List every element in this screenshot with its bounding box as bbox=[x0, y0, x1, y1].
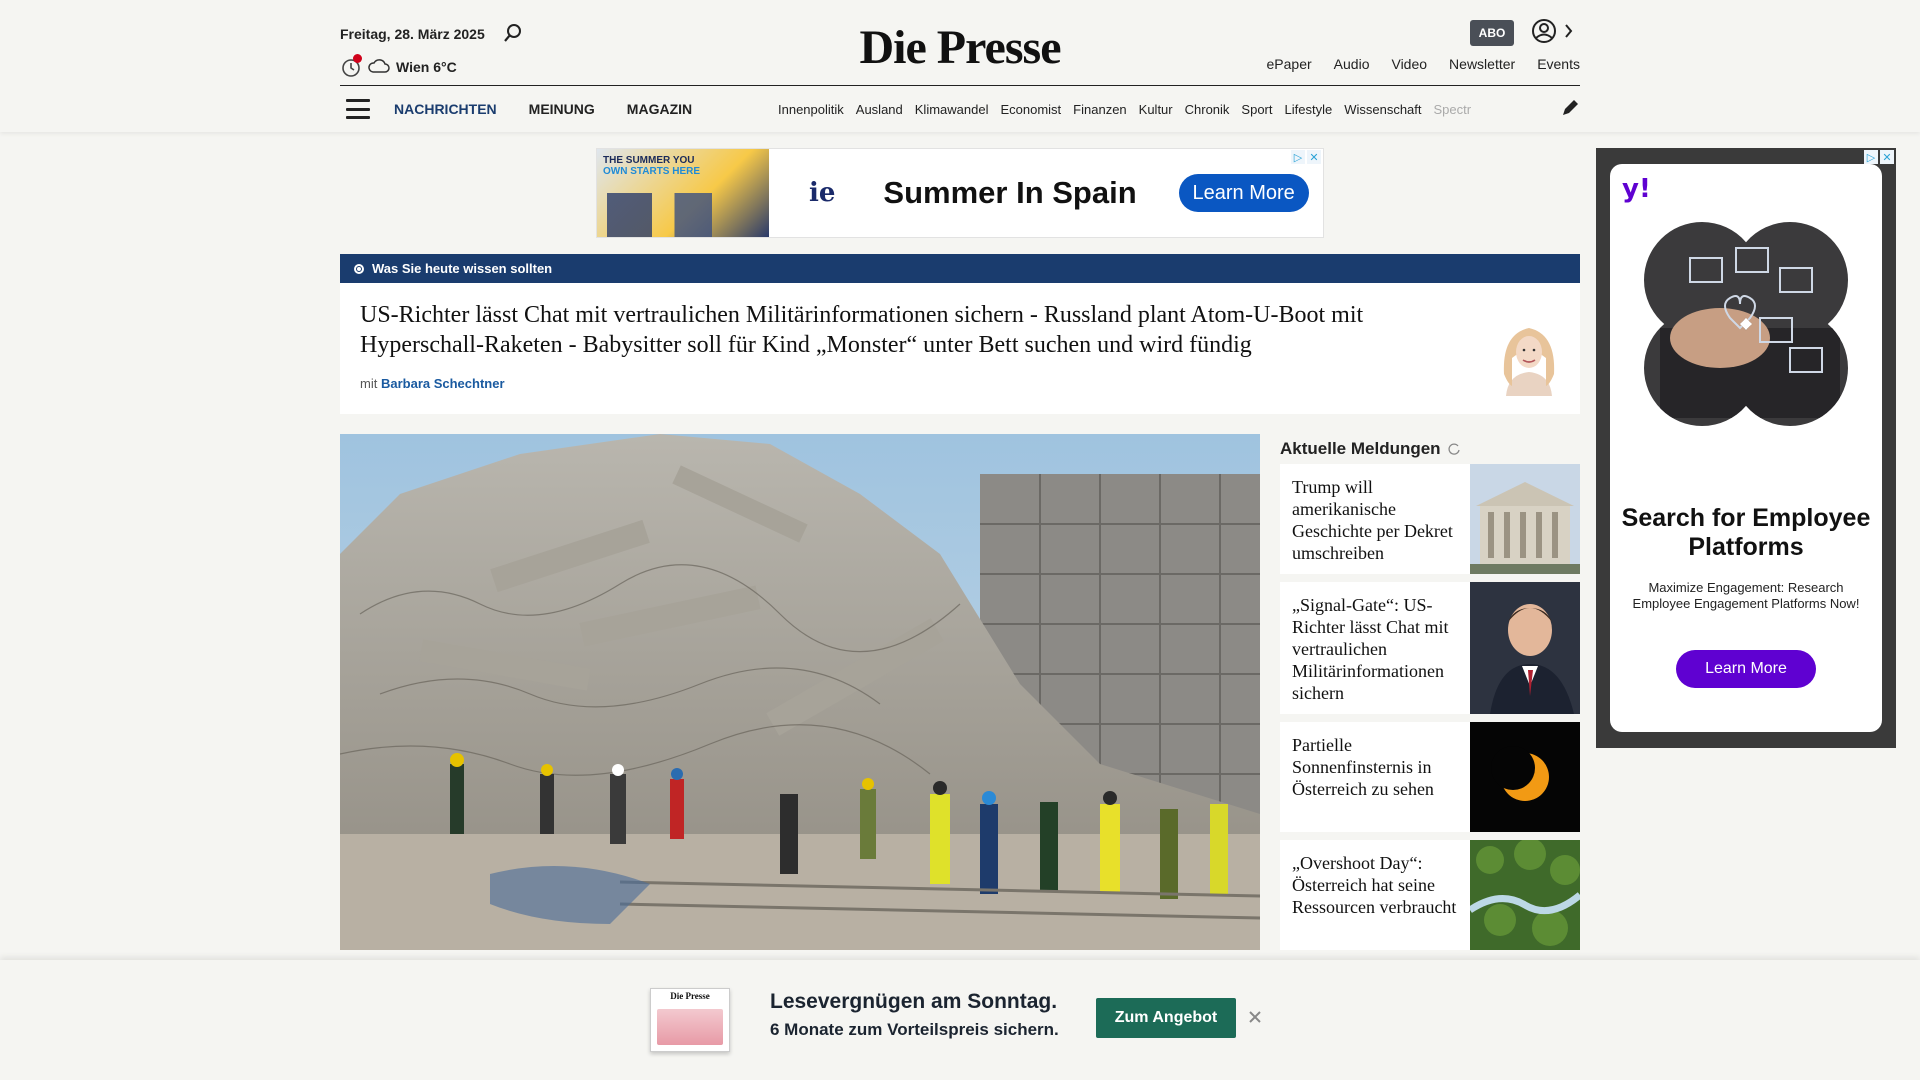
ad-thumb-line1: THE SUMMER YOU bbox=[603, 155, 695, 166]
lead-article-image[interactable] bbox=[340, 434, 1260, 950]
subscription-promo-banner: Die Presse Lesevergnügen am Sonntag. 6 M… bbox=[0, 960, 1920, 1080]
briefing-label: Was Sie heute wissen sollten bbox=[372, 261, 553, 276]
pencil-icon[interactable] bbox=[1560, 98, 1580, 118]
nav-economist[interactable]: Economist bbox=[1000, 102, 1061, 117]
radio-icon bbox=[354, 263, 364, 274]
news-item-image bbox=[1470, 582, 1580, 714]
site-header: Freitag, 28. März 2025 Wien 6°C Die Pres… bbox=[0, 0, 1920, 132]
latest-news-panel: Aktuelle Meldungen Trump will amerikanis… bbox=[1280, 434, 1583, 958]
nav-main-sections: NACHRICHTEN MEINUNG MAGAZIN bbox=[394, 101, 692, 117]
close-icon[interactable]: ✕ bbox=[1307, 150, 1321, 164]
adchoices-icon[interactable]: ▷ bbox=[1864, 150, 1878, 164]
nav-lifestyle[interactable]: Lifestyle bbox=[1285, 102, 1333, 117]
yahoo-logo: y! bbox=[1622, 174, 1651, 204]
nav-wissenschaft[interactable]: Wissenschaft bbox=[1344, 102, 1421, 117]
ad-learn-more-button[interactable]: Learn More bbox=[1178, 174, 1309, 212]
nav-kultur[interactable]: Kultur bbox=[1139, 102, 1173, 117]
news-item-image bbox=[1470, 722, 1580, 832]
top-banner-ad[interactable]: THE SUMMER YOU OWN STARTS HERE ie Summer … bbox=[596, 148, 1324, 238]
ad-thumb-line2: OWN STARTS HERE bbox=[603, 166, 701, 177]
nav-meinung[interactable]: MEINUNG bbox=[529, 101, 595, 117]
nav-chronik[interactable]: Chronik bbox=[1185, 102, 1230, 117]
author-avatar bbox=[1498, 314, 1560, 396]
news-item-image bbox=[1470, 464, 1580, 574]
byline-prefix: mit bbox=[360, 376, 378, 391]
close-icon[interactable]: ✕ bbox=[1880, 150, 1894, 164]
nav-magazin[interactable]: MAGAZIN bbox=[627, 101, 692, 117]
promo-headline: Lesevergnügen am Sonntag. bbox=[770, 990, 1058, 1013]
close-icon[interactable] bbox=[1246, 1008, 1264, 1026]
news-item[interactable]: Trump will amerikanische Geschichte per … bbox=[1280, 464, 1580, 574]
nav-spectrum[interactable]: Spectr bbox=[1434, 102, 1472, 117]
nav-nachrichten[interactable]: NACHRICHTEN bbox=[394, 101, 497, 117]
latest-news-heading: Aktuelle Meldungen bbox=[1280, 439, 1441, 458]
briefing-label-bar: Was Sie heute wissen sollten bbox=[340, 254, 1580, 283]
news-item[interactable]: „Signal-Gate“: US-Richter lässt Chat mit… bbox=[1280, 582, 1580, 714]
ad-headline: Summer In Spain bbox=[883, 175, 1137, 210]
magazine-cover-title: Die Presse bbox=[670, 991, 710, 1001]
daily-briefing: Was Sie heute wissen sollten US-Richter … bbox=[340, 254, 1580, 414]
user-account-button[interactable] bbox=[1530, 18, 1574, 46]
news-item-title: Trump will amerikanische Geschichte per … bbox=[1292, 477, 1453, 563]
news-item-title: Partielle Sonnenfinsternis in Österreich… bbox=[1292, 735, 1434, 799]
news-item[interactable]: „Overshoot Day“: Österreich hat seine Re… bbox=[1280, 838, 1583, 950]
sidebar-ad[interactable]: ▷ ✕ y! Search for Employee Platforms Max… bbox=[1596, 148, 1896, 748]
header-inner: Freitag, 28. März 2025 Wien 6°C Die Pres… bbox=[340, 0, 1580, 132]
magazine-cover-image: Die Presse bbox=[650, 988, 730, 1052]
sidebar-ad-headline: Search for Employee Platforms bbox=[1621, 504, 1871, 561]
abo-button[interactable]: ABO bbox=[1470, 20, 1514, 46]
nav-klimawandel[interactable]: Klimawandel bbox=[915, 102, 989, 117]
news-item-title: „Signal-Gate“: US-Richter lässt Chat mit… bbox=[1292, 595, 1449, 703]
news-item-image bbox=[1468, 838, 1583, 950]
ad-choices[interactable]: ▷ ✕ bbox=[1291, 150, 1321, 164]
service-links: ePaper Audio Video Newsletter Events bbox=[1267, 56, 1580, 72]
link-epaper[interactable]: ePaper bbox=[1267, 56, 1312, 72]
nav-ausland[interactable]: Ausland bbox=[856, 102, 903, 117]
ad-thumbnail: THE SUMMER YOU OWN STARTS HERE bbox=[597, 149, 769, 237]
link-audio[interactable]: Audio bbox=[1334, 56, 1370, 72]
link-video[interactable]: Video bbox=[1391, 56, 1427, 72]
ad-illustration bbox=[1644, 222, 1848, 426]
briefing-headline[interactable]: US-Richter lässt Chat mit vertraulichen … bbox=[360, 300, 1410, 360]
zum-angebot-button[interactable]: Zum Angebot bbox=[1096, 998, 1236, 1038]
adchoices-icon[interactable]: ▷ bbox=[1291, 150, 1305, 164]
refresh-icon bbox=[1448, 443, 1460, 455]
nav-finanzen[interactable]: Finanzen bbox=[1073, 102, 1126, 117]
briefing-byline: mit Barbara Schechtner bbox=[360, 376, 505, 391]
link-events[interactable]: Events bbox=[1537, 56, 1580, 72]
nav-innenpolitik[interactable]: Innenpolitik bbox=[778, 102, 844, 117]
promo-subline: 6 Monate zum Vorteilspreis sichern. bbox=[770, 1020, 1059, 1039]
sidebar-ad-learn-more-button[interactable]: Learn More bbox=[1676, 650, 1816, 688]
author-link[interactable]: Barbara Schechtner bbox=[381, 376, 505, 391]
nav-sport[interactable]: Sport bbox=[1241, 102, 1272, 117]
nav-sub-sections: Innenpolitik Ausland Klimawandel Economi… bbox=[778, 86, 1538, 132]
sidebar-ad-card: y! Search for Employee Platforms Maximiz… bbox=[1610, 164, 1882, 732]
ad-brand-logo: ie bbox=[809, 178, 836, 208]
ad-choices[interactable]: ▷ ✕ bbox=[1864, 150, 1894, 164]
link-newsletter[interactable]: Newsletter bbox=[1449, 56, 1515, 72]
news-item-title: „Overshoot Day“: Österreich hat seine Re… bbox=[1292, 853, 1457, 917]
latest-news-title: Aktuelle Meldungen bbox=[1280, 434, 1580, 464]
sidebar-ad-subtext: Maximize Engagement: Research Employee E… bbox=[1632, 580, 1860, 611]
news-item[interactable]: Partielle Sonnenfinsternis in Österreich… bbox=[1280, 722, 1580, 832]
menu-icon[interactable] bbox=[346, 99, 370, 119]
main-navigation: NACHRICHTEN MEINUNG MAGAZIN Innenpolitik… bbox=[340, 86, 1580, 132]
